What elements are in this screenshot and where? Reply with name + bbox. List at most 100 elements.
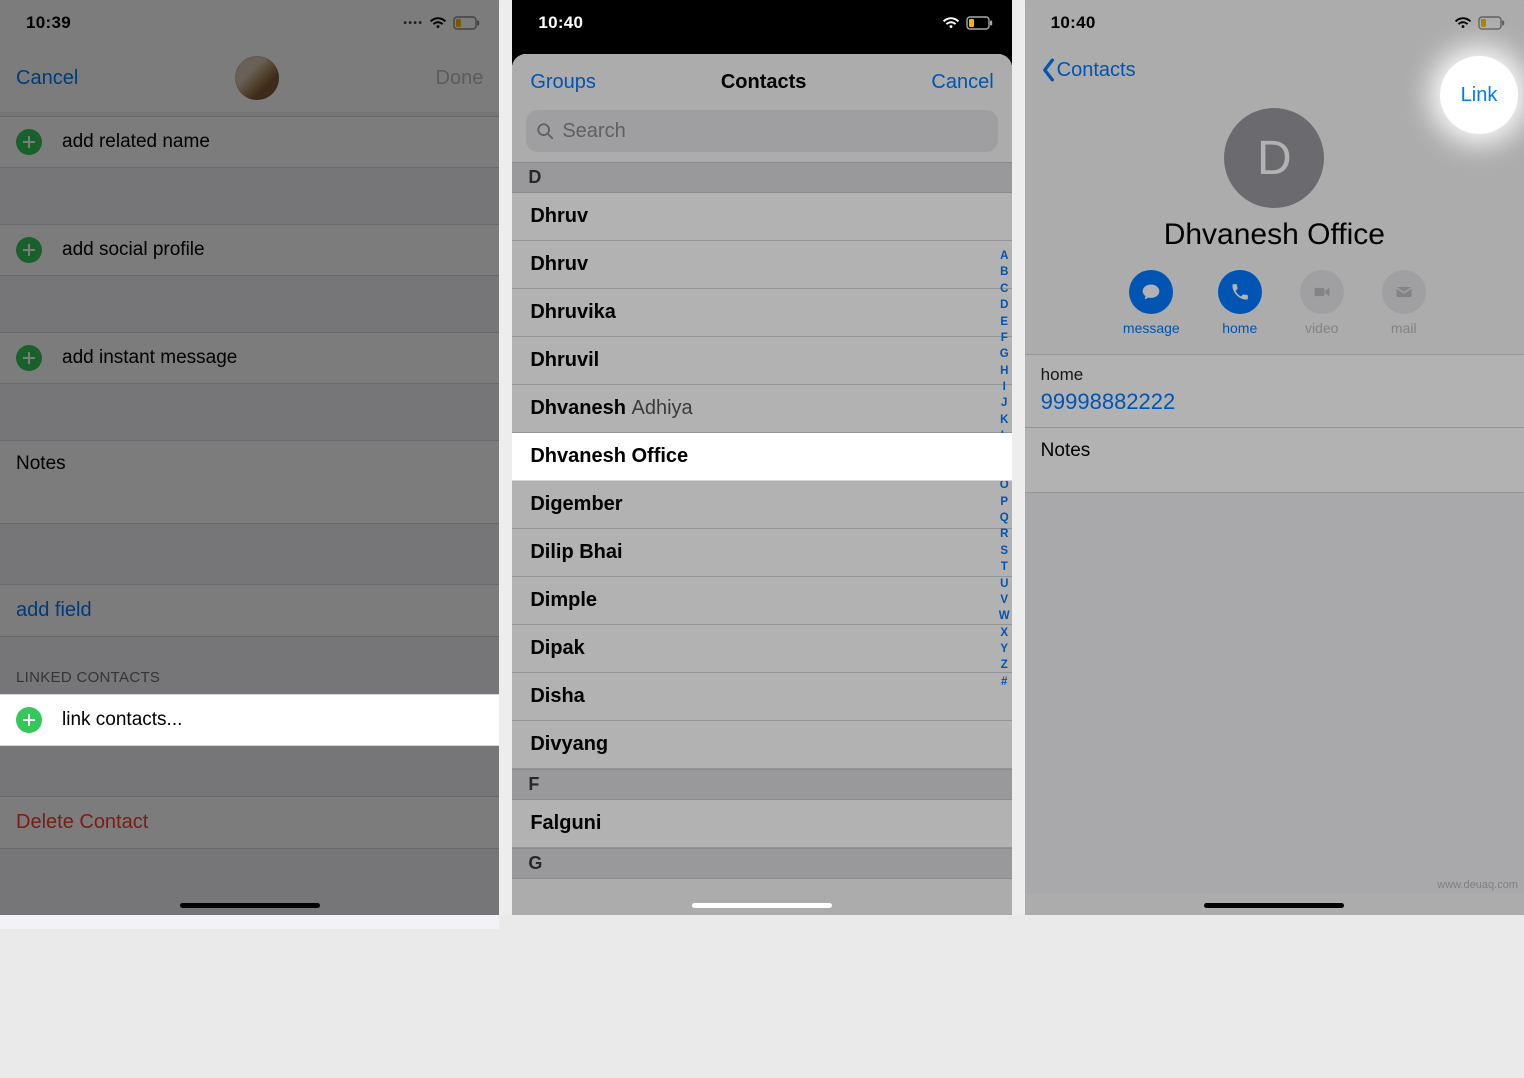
index-letter[interactable]: W [999,609,1010,623]
search-field[interactable]: Search [526,110,997,152]
status-bar: 10:40 [512,0,1011,44]
home-indicator[interactable] [180,903,320,908]
contact-row[interactable]: Divyang [512,721,1011,769]
index-letter[interactable]: K [999,413,1010,427]
link-button[interactable]: Link [1440,56,1518,134]
cancel-button[interactable]: Cancel [931,71,993,94]
index-letter[interactable]: # [999,675,1010,689]
avatar-initial: D [1257,131,1292,186]
index-letter[interactable]: B [999,265,1010,279]
contact-name: Dhvanesh Office [1025,218,1524,252]
index-letter[interactable]: C [999,282,1010,296]
plus-icon [16,129,42,155]
groups-button[interactable]: Groups [530,71,596,94]
contact-row[interactable]: Disha [512,673,1011,721]
add-field-row[interactable]: add field [0,584,499,637]
contact-row[interactable]: Dhvanesh Office [512,433,1011,481]
contact-first: Dilip Bhai [530,541,622,563]
cellular-dots-icon: •••• [403,18,423,29]
index-letter[interactable]: Y [999,642,1010,656]
index-letter[interactable]: U [999,577,1010,591]
status-time: 10:39 [26,13,71,33]
contact-row[interactable]: Dhruv [512,193,1011,241]
contact-first: Falguni [530,812,601,834]
index-letter[interactable]: E [999,315,1010,329]
contact-row[interactable]: Digember [512,481,1011,529]
add-instant-message-row[interactable]: add instant message [0,332,499,384]
notes-row[interactable]: Notes [1025,428,1524,493]
contact-last: Adhiya [631,397,692,419]
index-letter[interactable]: T [999,560,1010,574]
picker-sheet: Groups Contacts Cancel Search D Dhruv Dhru… [512,54,1011,915]
back-button[interactable]: Contacts [1041,58,1136,82]
contact-row[interactable]: Dhvanesh Adhiya [512,385,1011,433]
cancel-button[interactable]: Cancel [16,67,78,90]
index-letter[interactable]: Z [999,658,1010,672]
wifi-icon [942,16,960,30]
index-letter[interactable]: X [999,626,1010,640]
add-related-name-row[interactable]: add related name [0,116,499,168]
index-letter[interactable]: V [999,593,1010,607]
contact-row[interactable]: Falguni [512,800,1011,848]
index-letter[interactable]: A [999,249,1010,263]
contact-avatar[interactable] [235,56,279,100]
notes-label: Notes [1041,440,1091,461]
index-letter[interactable]: S [999,544,1010,558]
contact-row[interactable]: Dhruvika [512,289,1011,337]
contact-row[interactable]: Dhruvil [512,337,1011,385]
status-bar: 10:40 [1025,0,1524,44]
home-indicator[interactable] [692,903,832,908]
add-related-label: add related name [62,131,210,153]
plus-icon [16,345,42,371]
screen-edit-contact: 10:39 •••• Cancel Done add related name … [0,0,499,915]
contacts-list[interactable]: D Dhruv Dhruv Dhruvika DhruvilDhvanesh Adhiy… [512,162,1011,879]
index-letter[interactable]: F [999,331,1010,345]
index-letter[interactable]: P [999,495,1010,509]
message-icon [1129,270,1173,314]
battery-icon [1478,16,1506,30]
link-contacts-row[interactable]: link contacts... [0,694,499,746]
message-label: message [1123,320,1180,336]
message-button[interactable]: message [1123,270,1180,336]
index-letter[interactable]: Q [999,511,1010,525]
home-indicator[interactable] [1204,903,1344,908]
section-header: G [512,848,1011,879]
delete-label: Delete Contact [16,811,148,833]
contact-row[interactable]: Dilip Bhai [512,529,1011,577]
video-label: video [1305,320,1338,336]
done-button[interactable]: Done [436,67,484,90]
back-label: Contacts [1057,59,1136,82]
contact-first: Divyang [530,733,608,755]
watermark: www.deuaq.com [1437,879,1518,891]
index-letter[interactable]: I [999,380,1010,394]
video-button: video [1300,270,1344,336]
contact-header: D Dhvanesh Office message home video mai… [1025,96,1524,355]
call-button[interactable]: home [1218,270,1262,336]
add-social-profile-row[interactable]: add social profile [0,224,499,276]
contact-first: Dhruv [530,205,588,227]
delete-contact-row[interactable]: Delete Contact [0,796,499,849]
phone-label: home [1041,365,1508,385]
mail-icon [1382,270,1426,314]
edit-body: add related name add social profile add … [0,112,499,694]
notes-field[interactable]: Notes [0,440,499,524]
phone-value: 99998882222 [1041,389,1508,415]
index-letter[interactable]: J [999,396,1010,410]
section-header: D [512,162,1011,193]
contact-first: Dhruvika [530,301,616,323]
contact-row[interactable]: Dhruv [512,241,1011,289]
index-letter[interactable]: H [999,364,1010,378]
mail-label: mail [1391,320,1417,336]
contact-first: Dimple [530,589,597,611]
phone-row[interactable]: home 99998882222 [1025,355,1524,428]
index-letter[interactable]: G [999,347,1010,361]
index-letter[interactable]: R [999,527,1010,541]
picker-nav: Groups Contacts Cancel [512,54,1011,110]
contact-avatar[interactable]: D [1224,108,1324,208]
action-buttons: message home video mail [1025,270,1524,355]
notes-label: Notes [16,453,66,474]
contact-row[interactable]: Dipak [512,625,1011,673]
index-letter[interactable]: D [999,298,1010,312]
video-icon [1300,270,1344,314]
contact-row[interactable]: Dimple [512,577,1011,625]
